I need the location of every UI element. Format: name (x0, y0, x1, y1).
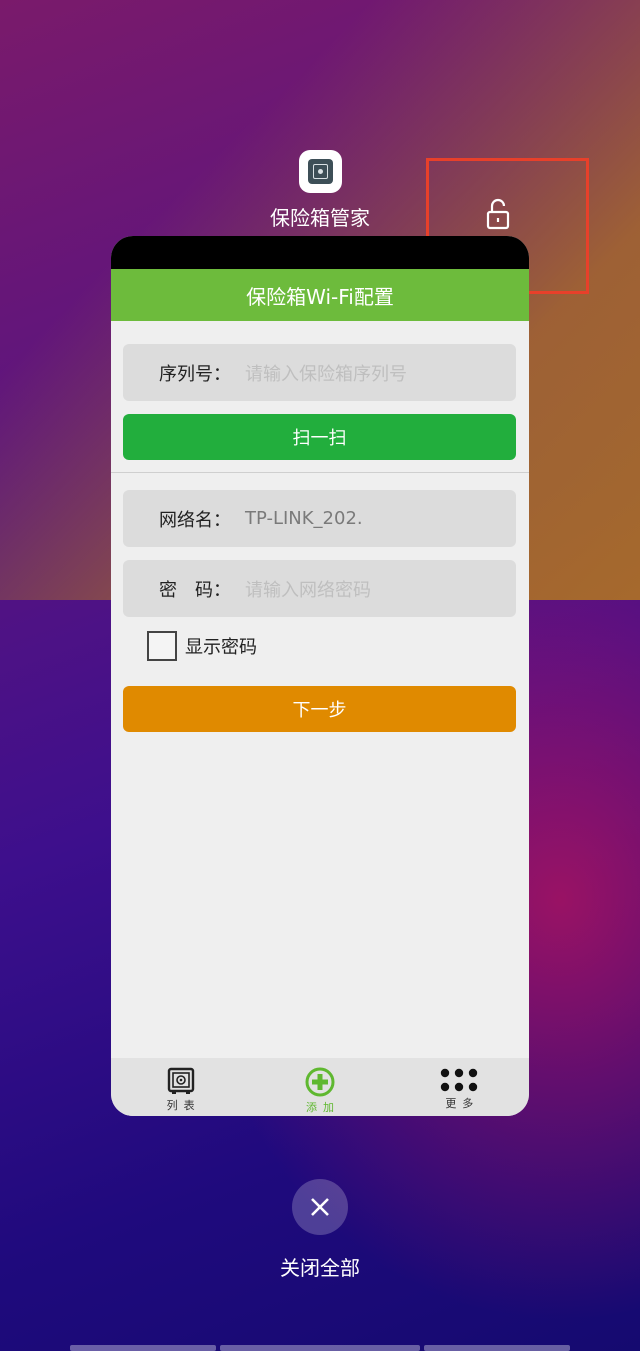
serial-field[interactable]: 序列号： 请输入保险箱序列号 (123, 344, 516, 401)
serial-label: 序列号： (159, 363, 231, 385)
tab-add[interactable]: 添加 (250, 1058, 389, 1116)
password-input[interactable]: 请输入网络密码 (245, 576, 371, 602)
tab-list-label: 列表 (166, 1099, 201, 1112)
safe-app-icon[interactable] (299, 150, 342, 193)
password-label: 密 码： (159, 579, 231, 601)
add-circle-icon (305, 1067, 335, 1097)
more-dots-icon (441, 1068, 478, 1092)
tab-list[interactable]: 列表 (111, 1058, 250, 1116)
next-button[interactable]: 下一步 (123, 686, 516, 732)
close-icon (311, 1198, 329, 1216)
network-field[interactable]: 网络名： TP-LINK_202. (123, 490, 516, 547)
nav-handle-bars (0, 1345, 640, 1351)
show-password-checkbox[interactable] (147, 631, 177, 661)
bottom-tab-bar: 列表 添加 更多 (111, 1058, 529, 1116)
tab-add-label: 添加 (305, 1101, 340, 1114)
scan-button[interactable]: 扫一扫 (123, 414, 516, 460)
tab-more-label: 更多 (445, 1097, 480, 1110)
safe-icon (167, 1067, 194, 1094)
status-bar (111, 236, 529, 269)
network-label: 网络名： (159, 509, 231, 531)
close-all-button[interactable] (292, 1179, 348, 1235)
divider (111, 472, 529, 473)
close-all-label: 关闭全部 (280, 1256, 360, 1280)
tab-more[interactable]: 更多 (390, 1058, 529, 1116)
network-input[interactable]: TP-LINK_202. (245, 508, 363, 529)
serial-input[interactable]: 请输入保险箱序列号 (245, 360, 407, 386)
page-title: 保险箱Wi-Fi配置 (111, 269, 529, 321)
password-field[interactable]: 密 码： 请输入网络密码 (123, 560, 516, 617)
show-password-row[interactable]: 显示密码 (147, 631, 257, 661)
app-preview-card[interactable]: 保险箱Wi-Fi配置 序列号： 请输入保险箱序列号 扫一扫 网络名： TP-LI… (111, 236, 529, 1116)
show-password-label: 显示密码 (185, 637, 257, 658)
